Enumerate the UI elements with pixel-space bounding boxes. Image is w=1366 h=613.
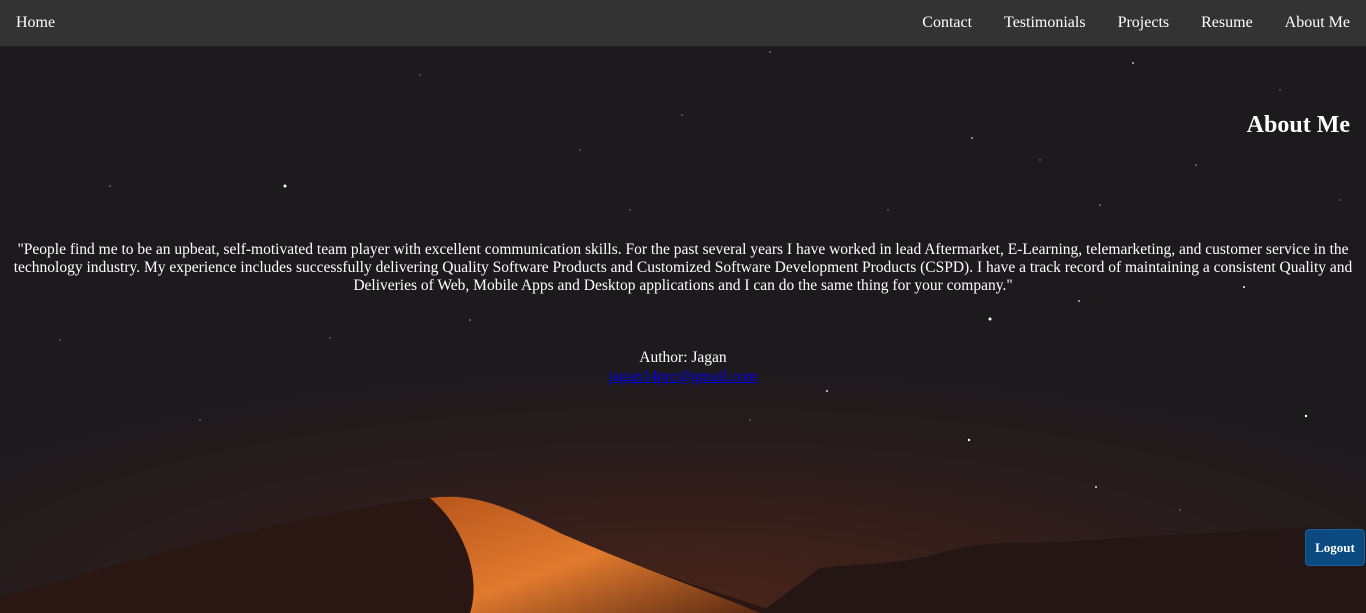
top-navbar: Home Contact Testimonials Projects Resum…: [0, 0, 1366, 46]
nav-links: Contact Testimonials Projects Resume Abo…: [906, 0, 1366, 46]
author-email-link[interactable]: jagan14prc@gmail.com: [609, 368, 758, 385]
page: Home Contact Testimonials Projects Resum…: [0, 0, 1366, 613]
nav-testimonials-link[interactable]: Testimonials: [988, 0, 1102, 46]
author-name: Author: Jagan: [639, 349, 727, 366]
author-block: Author: Jagan jagan14prc@gmail.com: [0, 348, 1366, 386]
section-heading: About Me: [1246, 112, 1350, 138]
nav-projects-link[interactable]: Projects: [1102, 0, 1186, 46]
logout-button[interactable]: Logout: [1305, 529, 1365, 566]
testimonial-quote: "People find me to be an upbeat, self-mo…: [13, 241, 1353, 294]
nav-about-link[interactable]: About Me: [1269, 0, 1366, 46]
nav-home-link[interactable]: Home: [16, 0, 55, 46]
nav-resume-link[interactable]: Resume: [1185, 0, 1269, 46]
desert-dunes-image: [0, 496, 1366, 613]
nav-contact-link[interactable]: Contact: [906, 0, 988, 46]
